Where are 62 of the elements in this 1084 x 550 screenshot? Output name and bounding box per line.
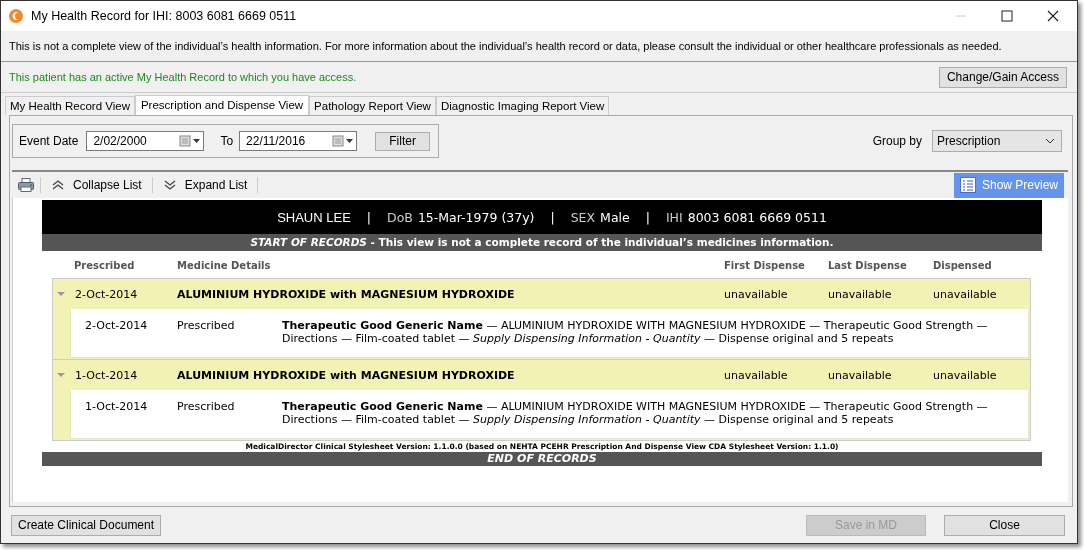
tab[interactable]: Prescription and Dispense View [134,95,310,115]
tab[interactable]: Diagnostic Imaging Report View [435,96,610,115]
group-by-label: Group by [872,134,922,148]
separator-glyph: | [645,209,650,225]
to-label: To [220,134,234,148]
window-title: My Health Record for IHI: 8003 6081 6669 0511 [31,9,297,23]
chevron-down-icon [1045,138,1055,144]
last-dispense-value: unavailable [828,287,893,301]
patient-field-label: DoB [387,209,413,225]
list-icon [959,177,976,193]
patient-field-value: Male [600,209,630,225]
notice-text: This is not a complete view of the individual’s health information. For more information about the individual’s health record or data, please consult the individual or other healthcare professionals as needed. [9,40,1002,52]
printer-icon[interactable] [18,178,34,192]
calendar-dropdown-icon [179,135,202,147]
calendar-dropdown-icon [332,135,355,147]
patient-field-value: 8003 6081 6669 0511 [687,209,827,225]
medicine-name: ALUMINIUM HYDROXIDE with MAGNESIUM HYDROXIDE [177,287,516,301]
footer-button[interactable]: Close [944,514,1065,536]
maximize-icon[interactable] [1001,10,1013,22]
group-by-dropdown[interactable]: Prescription [932,130,1062,152]
column-header: Medicine Details [177,259,272,271]
item-date: 1-Oct-2014 [85,400,149,415]
close-icon[interactable] [1047,10,1059,22]
separator-glyph: | [366,209,372,225]
first-dispense-value: unavailable [724,287,789,301]
item-date: 2-Oct-2014 [85,319,149,334]
item-status: Prescribed [177,319,236,334]
app-logo-icon [9,9,23,23]
first-dispense-value: unavailable [724,368,789,382]
column-header: Dispensed [933,259,993,271]
medicine-details: Therapeutic Good Generic Name — ALUMINIUM HYDROXIDE WITH MAGNESIUM HYDROXIDE — Therapeutic Good Strength — Directions — Film-coated tablet — Supply Dispensing Information - Quantity — Dispense original and 5 repeats [282,400,989,426]
start-banner: START OF RECORDS - This view is not a complete record of the individual’s medicines information. [42,234,1042,251]
patient-name: SHAUN LEE [277,209,351,225]
access-status-text: This patient has an active My Health Record to which you have access. [9,71,357,83]
tab[interactable]: My Health Record View [5,96,135,115]
date-field[interactable]: 2/02/2000 [86,131,205,151]
double-chevron-up-icon [51,179,65,191]
medicine-details: Therapeutic Good Generic Name — ALUMINIUM HYDROXIDE WITH MAGNESIUM HYDROXIDE — Therapeutic Good Strength — Directions — Film-coated tablet — Supply Dispensing Information - Quantity — Dispense original and 5 repeats [282,319,989,345]
footer-button[interactable]: Create Clinical Document [11,514,162,536]
column-header: Prescribed [73,259,136,271]
expand-list-button[interactable]: Expand List [158,178,252,192]
item-status: Prescribed [177,400,236,415]
column-header: Last Dispense [828,259,908,271]
tab[interactable]: Pathology Report View [309,96,436,115]
filter-button[interactable]: Filter [375,131,431,151]
prescribed-date: 2-Oct-2014 [75,287,139,301]
separator-glyph: | [550,209,555,225]
column-header: First Dispense [724,259,806,271]
collapse-list-button[interactable]: Collapse List [47,178,146,192]
date-field[interactable]: 22/11/2016 [239,131,358,151]
double-chevron-down-icon [162,179,177,191]
event-date-label: Event Date [19,134,79,148]
patient-field-label: SEX [570,209,596,225]
patient-field-value: 15-Mar-1979 (37y) [417,209,535,225]
dispensed-value: unavailable [933,287,998,301]
last-dispense-value: unavailable [828,368,893,382]
dispensed-value: unavailable [933,368,998,382]
patient-field-label: IHI [665,209,683,225]
prescribed-date: 1-Oct-2014 [75,368,139,382]
end-banner: END OF RECORDS [42,452,1042,466]
change-access-button[interactable]: Change/Gain Access [939,66,1067,88]
medicine-name: ALUMINIUM HYDROXIDE with MAGNESIUM HYDROXIDE [177,368,516,382]
